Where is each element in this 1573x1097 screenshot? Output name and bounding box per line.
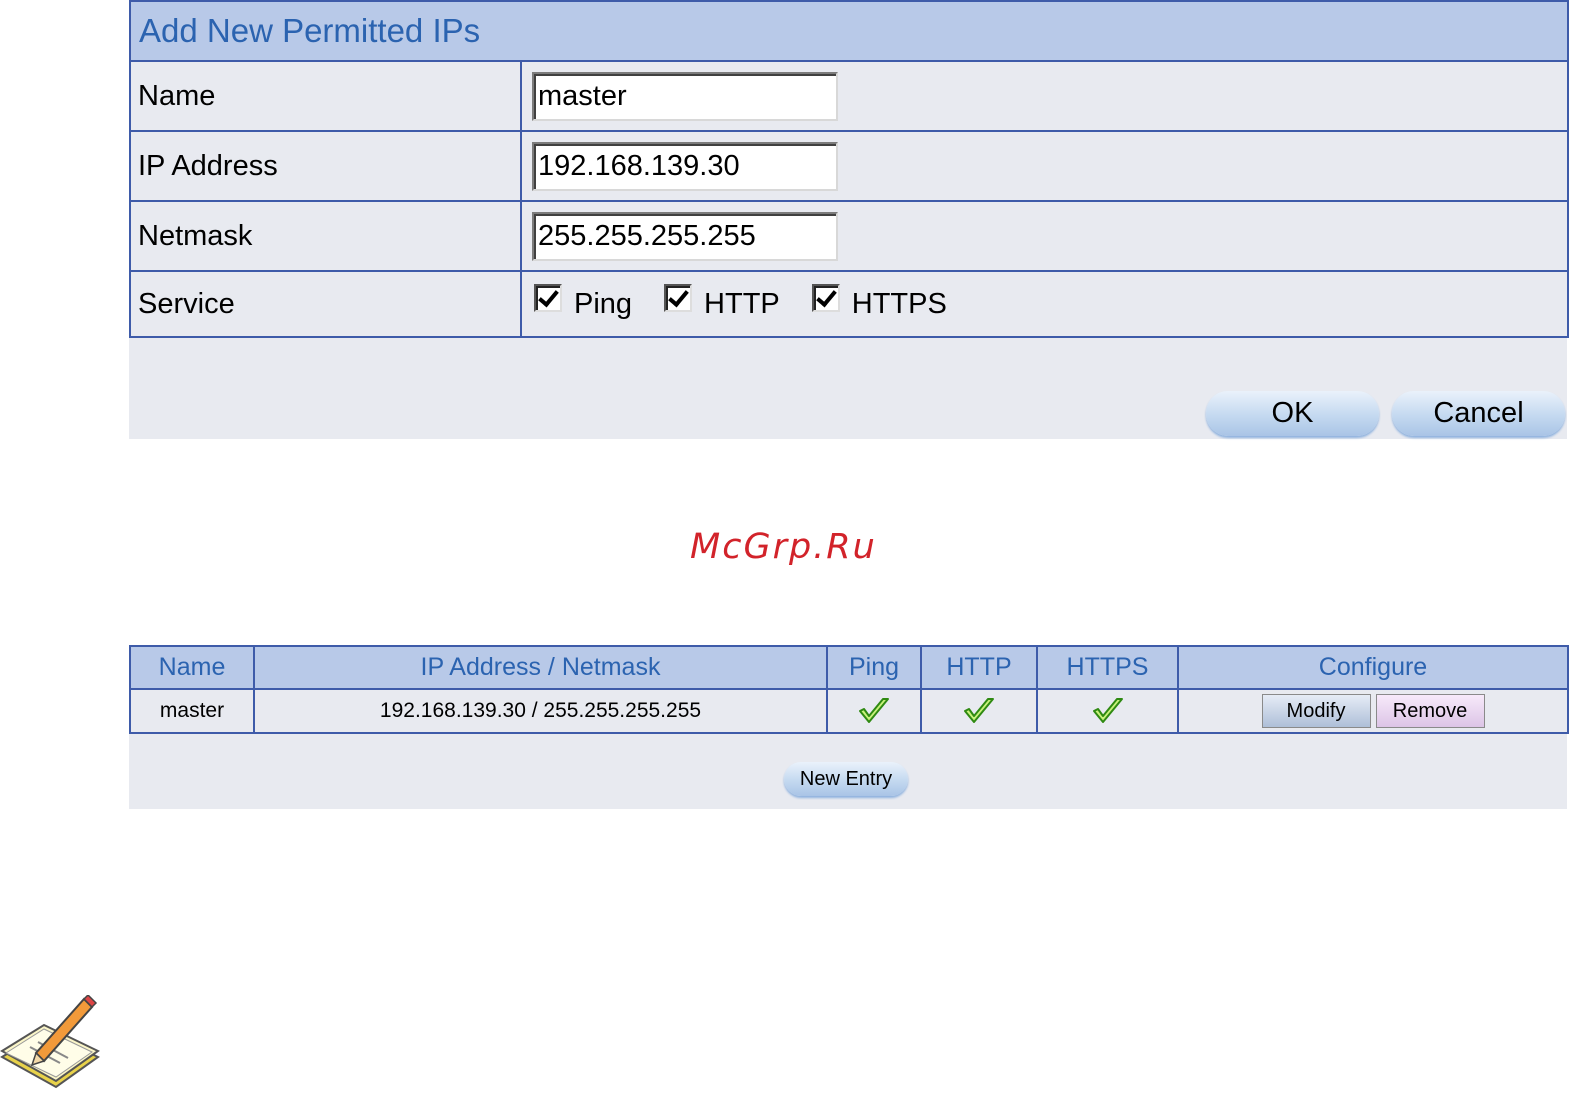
name-input[interactable] — [532, 71, 838, 121]
http-label: HTTP — [704, 287, 780, 320]
table-header-row: Name IP Address / Netmask Ping HTTP HTTP… — [129, 645, 1569, 690]
form-title: Add New Permitted IPs — [128, 0, 1570, 62]
row-configure-cell: Modify Remove — [1177, 688, 1569, 734]
check-icon — [964, 698, 994, 723]
permitted-ips-list: Name IP Address / Netmask Ping HTTP HTTP… — [129, 645, 1569, 809]
add-permitted-ips-form: Add New Permitted IPs Name IP Address Ne… — [128, 0, 1570, 439]
list-footer: New Entry — [129, 734, 1567, 809]
https-checkbox[interactable] — [811, 284, 840, 312]
http-checkbox[interactable] — [664, 284, 693, 312]
ip-address-cell — [519, 130, 1570, 202]
netmask-label: Netmask — [129, 200, 522, 272]
service-label: Service — [129, 270, 522, 338]
name-cell — [519, 60, 1570, 132]
netmask-cell — [519, 200, 1570, 272]
service-http[interactable]: HTTP — [664, 284, 780, 321]
column-header-ping: Ping — [826, 645, 922, 690]
column-header-http: HTTP — [920, 645, 1038, 690]
cancel-button[interactable]: Cancel — [1392, 391, 1565, 436]
remove-button[interactable]: Remove — [1375, 694, 1485, 728]
note-pencil-icon — [0, 995, 100, 1089]
form-footer: OK Cancel — [129, 338, 1567, 439]
service-cell: Ping HTTP HTTPS — [519, 270, 1570, 338]
netmask-input[interactable] — [532, 211, 838, 261]
service-ping[interactable]: Ping — [534, 284, 633, 321]
new-entry-button[interactable]: New Entry — [784, 762, 908, 796]
column-header-https: HTTPS — [1036, 645, 1179, 690]
service-options: Ping HTTP HTTPS — [522, 272, 1567, 336]
permitted-ips-table: Name IP Address / Netmask Ping HTTP HTTP… — [129, 645, 1569, 734]
https-label: HTTPS — [851, 287, 947, 320]
column-header-ip-netmask: IP Address / Netmask — [253, 645, 828, 690]
column-header-configure: Configure — [1177, 645, 1569, 690]
row-http-cell — [920, 688, 1038, 734]
ok-button[interactable]: OK — [1206, 391, 1379, 436]
ping-checkbox[interactable] — [534, 284, 562, 312]
name-label: Name — [129, 60, 522, 132]
row-ip-netmask: 192.168.139.30 / 255.255.255.255 — [253, 688, 828, 734]
row-name: master — [129, 688, 255, 734]
table-row: master 192.168.139.30 / 255.255.255.255 … — [129, 688, 1569, 734]
row-https-cell — [1036, 688, 1179, 734]
service-https[interactable]: HTTPS — [811, 284, 947, 321]
ping-label: Ping — [574, 287, 633, 320]
row-ping-cell — [826, 688, 922, 734]
check-icon — [1092, 698, 1123, 723]
column-header-name: Name — [129, 645, 255, 690]
check-icon — [859, 698, 889, 723]
ip-address-input[interactable] — [532, 141, 838, 191]
form-table: Add New Permitted IPs Name IP Address Ne… — [128, 0, 1570, 338]
watermark: McGrp.Ru — [690, 527, 877, 567]
ip-address-label: IP Address — [129, 130, 522, 202]
modify-button[interactable]: Modify — [1261, 694, 1371, 728]
